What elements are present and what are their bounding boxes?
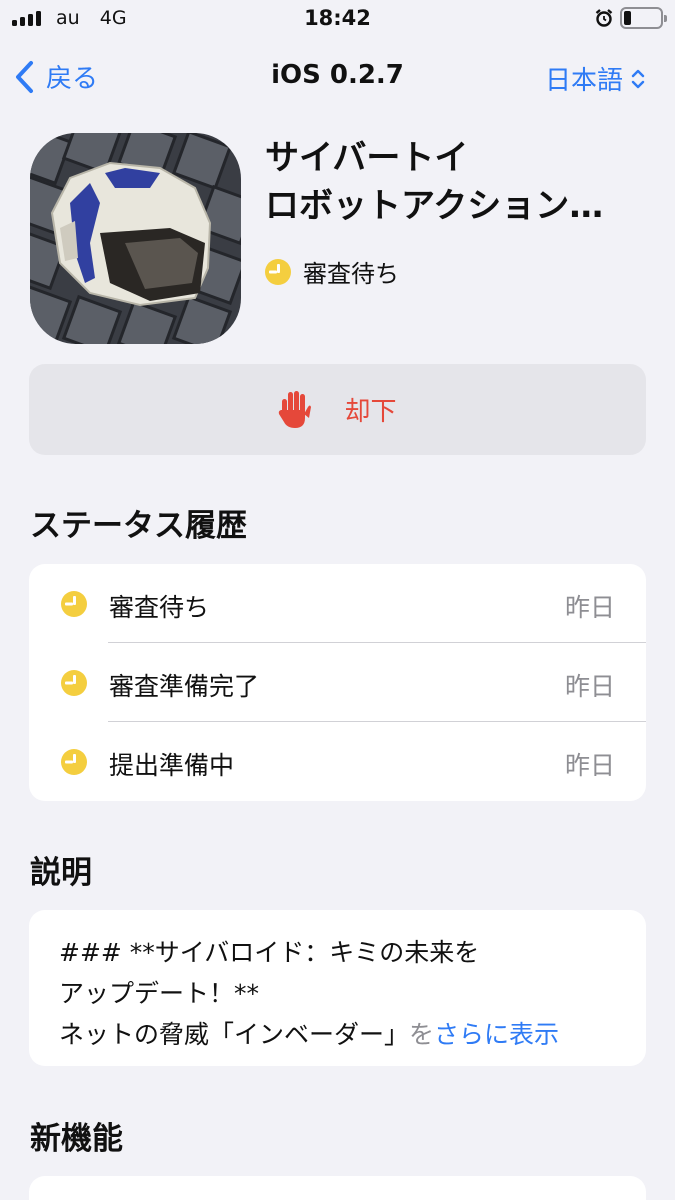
clock-time: 18:42 bbox=[304, 6, 371, 30]
hand-stop-icon bbox=[279, 390, 312, 428]
history-date: 昨日 bbox=[564, 672, 615, 701]
language-label: 日本語 bbox=[544, 66, 623, 96]
history-status: 審査準備完了 bbox=[109, 672, 260, 701]
app-review-status: 審査待ち bbox=[265, 254, 399, 289]
description-fade-text: を bbox=[409, 1020, 435, 1049]
description-line: ネットの脅威「インベーダー」 bbox=[59, 1020, 410, 1049]
new-features-heading: 新機能 bbox=[30, 1121, 123, 1157]
history-status: 審査待ち bbox=[109, 593, 210, 622]
status-history-heading: ステータス履歴 bbox=[30, 508, 247, 544]
history-date: 昨日 bbox=[564, 751, 615, 780]
list-item: 提出準備中 昨日 bbox=[29, 722, 646, 801]
chevron-up-down-icon bbox=[631, 69, 645, 88]
history-date: 昨日 bbox=[564, 593, 615, 622]
app-title-line2: ロボットアクション… bbox=[265, 186, 604, 226]
alarm-icon bbox=[595, 9, 613, 27]
clock-icon bbox=[61, 670, 87, 696]
app-title-line1: サイバートイ bbox=[265, 138, 469, 178]
app-icon bbox=[30, 133, 241, 344]
app-status-label: 審査待ち bbox=[303, 260, 399, 288]
clock-icon bbox=[61, 749, 87, 775]
reject-label: 却下 bbox=[344, 397, 397, 427]
battery-icon bbox=[620, 7, 667, 29]
show-more-link[interactable]: さらに表示 bbox=[434, 1020, 559, 1049]
description-line: ### **サイバロイド：キミの未来を bbox=[59, 938, 480, 967]
app-title: サイバートイ ロボットアクション… bbox=[265, 134, 655, 230]
language-selector[interactable]: 日本語 bbox=[545, 60, 645, 97]
status-bar: au 4G 18:42 bbox=[0, 0, 675, 38]
description-line-3: ネットの脅威「インベーダー」をさらに表示 bbox=[59, 1014, 616, 1055]
description-heading: 説明 bbox=[30, 855, 92, 891]
history-status: 提出準備中 bbox=[109, 751, 235, 780]
description-text: ### **サイバロイド：キミの未来を アップデート！** ネットの脅威「インベ… bbox=[29, 910, 646, 1055]
list-item: 審査待ち 昨日 bbox=[29, 564, 646, 643]
description-line: アップデート！** bbox=[59, 979, 260, 1008]
clock-icon bbox=[61, 591, 87, 617]
clock-icon bbox=[265, 258, 291, 285]
status-history-list: 審査待ち 昨日 審査準備完了 昨日 提出準備中 昨日 bbox=[29, 564, 646, 801]
description-card: ### **サイバロイド：キミの未来を アップデート！** ネットの脅威「インベ… bbox=[29, 910, 646, 1066]
reject-button[interactable]: 却下 bbox=[29, 364, 646, 455]
new-features-card bbox=[29, 1176, 646, 1200]
navigation-bar: 戻る iOS 0.2.7 日本語 bbox=[0, 48, 675, 104]
list-item: 審査準備完了 昨日 bbox=[29, 643, 646, 722]
